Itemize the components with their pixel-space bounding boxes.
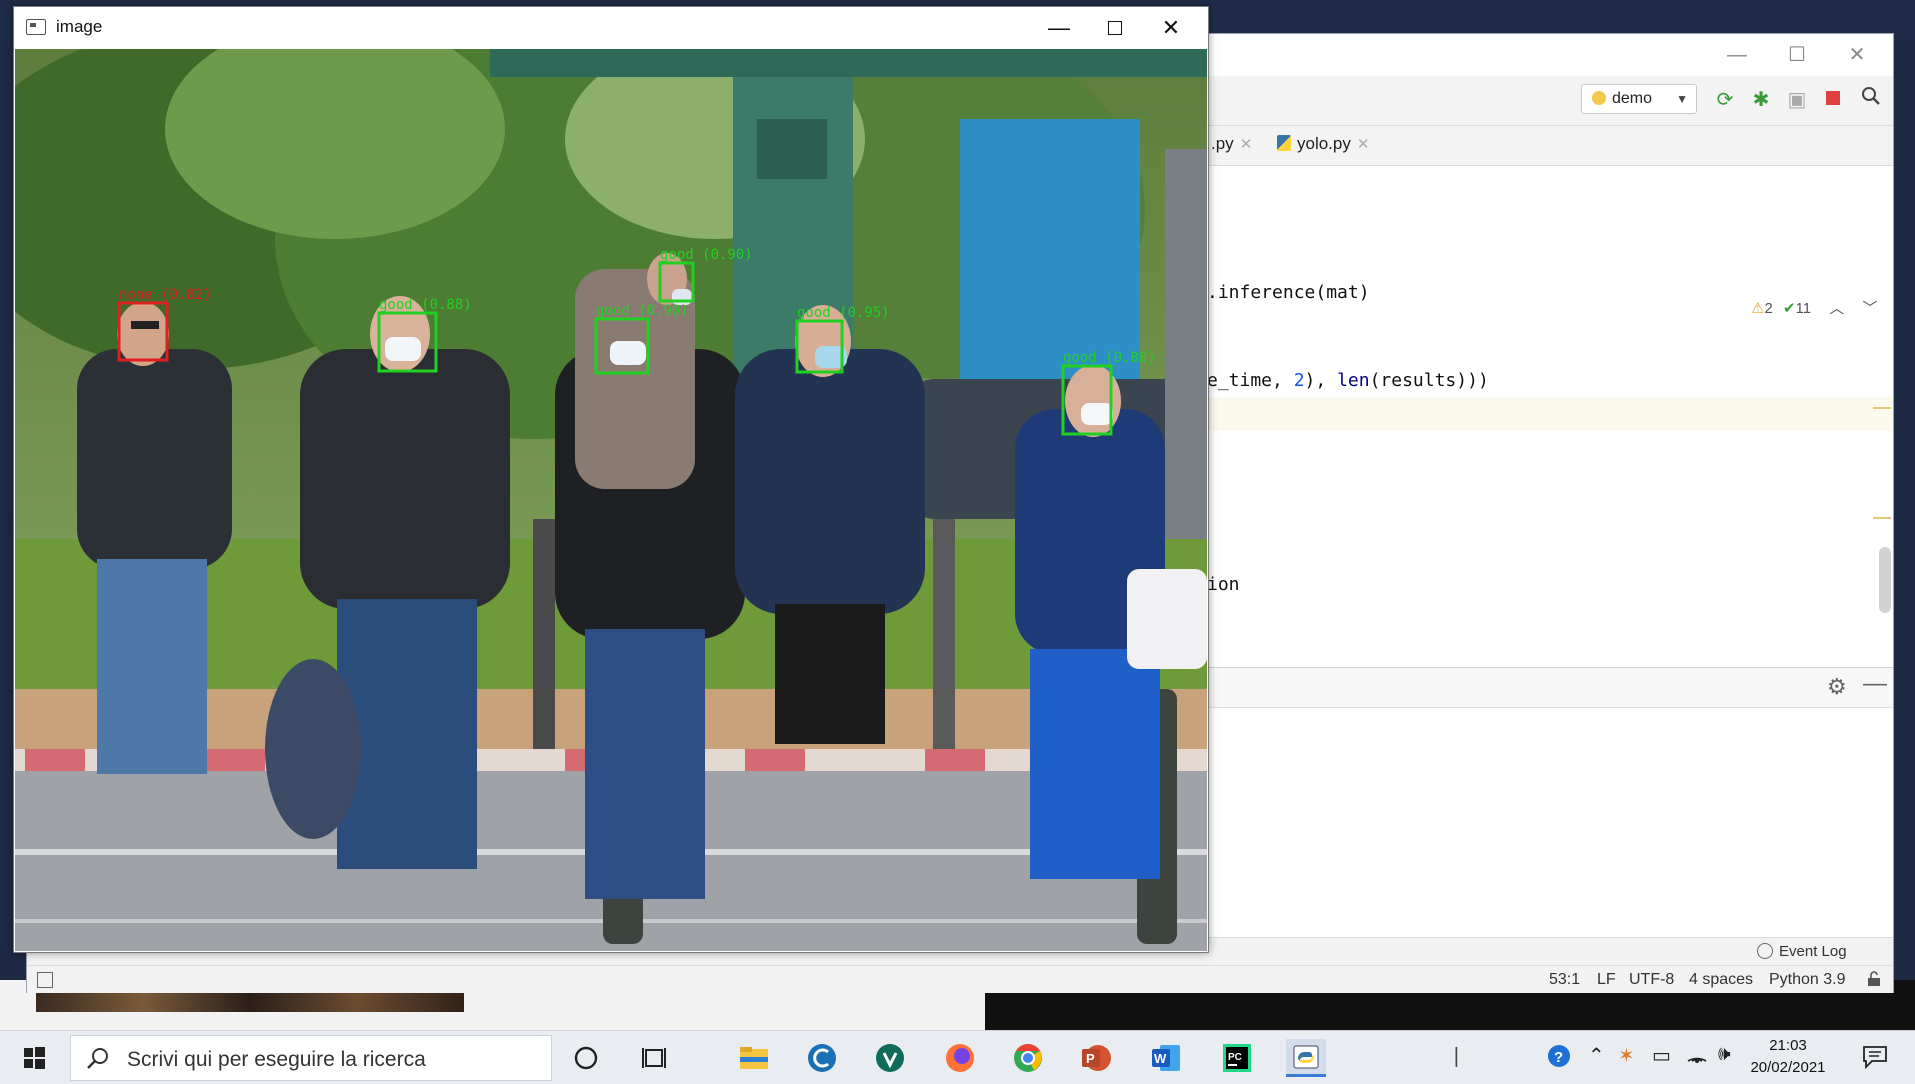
pycharm-icon[interactable]: PC	[1216, 1039, 1256, 1077]
minimize-button[interactable]: —	[1036, 13, 1082, 43]
browser-thumbnail	[36, 990, 464, 1012]
taskbar-divider: ❘	[1448, 1045, 1465, 1067]
lock-icon[interactable]	[1867, 971, 1881, 987]
run-config-label: demo	[1612, 90, 1653, 107]
maximize-button[interactable]	[1092, 13, 1138, 43]
image-window: image — ✕ none (0.82) good (0.88) good (…	[13, 6, 1209, 953]
task-view-icon[interactable]	[634, 1039, 674, 1077]
tab-file-py[interactable]: .py ✕	[1211, 134, 1252, 154]
tab-label: yolo.py	[1297, 134, 1351, 153]
vpn-shield-icon[interactable]	[870, 1039, 910, 1077]
chevron-up-icon[interactable]: ⌃	[1588, 1043, 1605, 1068]
detection-label: good (0.90)	[660, 247, 753, 263]
line-separator[interactable]: LF	[1597, 971, 1616, 989]
chevron-down-icon[interactable]: ﹀	[1862, 300, 1877, 317]
file-explorer-icon[interactable]	[734, 1039, 774, 1077]
caret-position[interactable]: 53:1	[1549, 971, 1580, 989]
ccleaner-icon[interactable]	[802, 1039, 842, 1077]
firefox-icon[interactable]	[940, 1039, 980, 1077]
svg-text:W: W	[1154, 1051, 1167, 1066]
ide-maximize-button[interactable]: ☐	[1779, 42, 1815, 68]
help-icon[interactable]: ?	[1546, 1043, 1572, 1075]
run-configuration-select[interactable]: demo ▼	[1581, 84, 1697, 114]
code-token: ),	[1304, 370, 1338, 391]
window-icon	[26, 19, 46, 35]
python-file-icon	[1277, 135, 1291, 151]
taskbar-search-box[interactable]: Scrivi qui per eseguire la ricerca	[70, 1035, 552, 1081]
python-interpreter[interactable]: Python 3.9	[1769, 971, 1846, 989]
editor-scrollbar[interactable]	[1879, 547, 1891, 613]
debug-icon[interactable]: ✱	[1747, 86, 1775, 114]
code-token: (results)))	[1369, 370, 1489, 391]
python-config-icon	[1592, 91, 1606, 105]
tab-label: .py	[1211, 134, 1234, 153]
chrome-icon[interactable]	[1008, 1039, 1048, 1077]
search-placeholder: Scrivi qui per eseguire la ricerca	[127, 1048, 426, 1071]
tab-yolo-py[interactable]: yolo.py ✕	[1277, 134, 1369, 154]
volume-icon[interactable]: 🕪	[1718, 1043, 1731, 1066]
code-token: e_time,	[1207, 370, 1294, 391]
code-line: ion	[1207, 574, 1240, 595]
notification-icon[interactable]	[1862, 1045, 1888, 1069]
event-log-label: Event Log	[1779, 943, 1847, 960]
warning-icon: ⚠	[1751, 300, 1765, 317]
detection-label: none (0.82)	[119, 287, 212, 303]
indent-setting[interactable]: 4 spaces	[1689, 971, 1753, 989]
detection-label: good (0.88)	[379, 297, 472, 313]
svg-text:PC: PC	[1228, 1052, 1242, 1063]
taskbar: Scrivi qui per eseguire la ricerca P W P…	[0, 1030, 1915, 1084]
ide-minimize-button[interactable]: —	[1719, 42, 1755, 68]
close-icon[interactable]: ✕	[1357, 136, 1370, 153]
clock-date: 20/02/2021	[1750, 1059, 1826, 1076]
wifi-icon[interactable]	[1686, 1043, 1708, 1071]
warning-count: 2	[1764, 300, 1773, 317]
code-line: e_time, 2), len(results)))	[1207, 370, 1489, 391]
code-number: 2	[1293, 370, 1305, 391]
clock-time: 21:03	[1769, 1037, 1807, 1054]
code-line: .inference(mat)	[1207, 282, 1370, 303]
image-window-title: image	[56, 17, 103, 36]
detection-image: none (0.82) good (0.88) good (0.90) good…	[15, 49, 1207, 951]
taskbar-clock[interactable]: 21:03 20/02/2021	[1742, 1035, 1834, 1079]
ok-count: 11	[1795, 300, 1812, 317]
coverage-icon[interactable]: ▣	[1783, 86, 1811, 114]
gear-icon[interactable]: ⚙	[1827, 674, 1847, 700]
close-icon[interactable]: ✕	[1240, 136, 1253, 153]
maximize-icon	[1108, 21, 1122, 35]
svg-text:?: ?	[1554, 1049, 1563, 1066]
status-bar: 53:1 LF UTF-8 4 spaces Python 3.9	[27, 965, 1893, 993]
windows-start-icon[interactable]	[14, 1045, 54, 1073]
svg-text:P: P	[1086, 1051, 1095, 1066]
event-log-button[interactable]: Event Log	[1757, 943, 1847, 960]
close-button[interactable]: ✕	[1148, 13, 1194, 43]
cortana-icon[interactable]	[566, 1039, 606, 1077]
detection-label: good (0.95)	[797, 305, 890, 321]
search-everywhere-icon[interactable]	[1857, 86, 1885, 114]
hide-icon[interactable]: —	[1863, 670, 1887, 698]
event-log-icon	[1757, 943, 1773, 959]
inspection-widget[interactable]: ⚠2 ✔11 ︿ ﹀	[1751, 297, 1878, 318]
chevron-down-icon: ▼	[1676, 92, 1688, 106]
ide-close-button[interactable]: ✕	[1839, 42, 1875, 68]
code-builtin: len	[1337, 370, 1370, 391]
powerpoint-icon[interactable]: P	[1076, 1039, 1116, 1077]
detection-label: good (0.90)	[596, 303, 689, 319]
scroll-marker	[1873, 407, 1891, 409]
search-icon	[87, 1048, 108, 1069]
scroll-marker	[1873, 517, 1891, 519]
python-app-icon[interactable]	[1286, 1039, 1326, 1077]
toggle-tool-windows-icon[interactable]	[37, 972, 53, 988]
file-encoding[interactable]: UTF-8	[1629, 971, 1674, 989]
street-photo: none (0.82) good (0.88) good (0.90) good…	[15, 49, 1207, 951]
metamask-icon[interactable]: ✶	[1618, 1043, 1635, 1068]
battery-icon[interactable]: ▭	[1652, 1043, 1671, 1068]
image-window-titlebar[interactable]: image — ✕	[14, 7, 1208, 49]
rerun-icon[interactable]: ⟳	[1711, 86, 1739, 114]
detection-label: good (0.88)	[1063, 350, 1156, 366]
word-icon[interactable]: W	[1146, 1039, 1186, 1077]
chevron-up-icon[interactable]: ︿	[1829, 300, 1844, 317]
check-icon: ✔	[1782, 300, 1796, 317]
current-line-highlight	[1207, 397, 1893, 431]
stop-icon[interactable]	[1819, 86, 1847, 114]
